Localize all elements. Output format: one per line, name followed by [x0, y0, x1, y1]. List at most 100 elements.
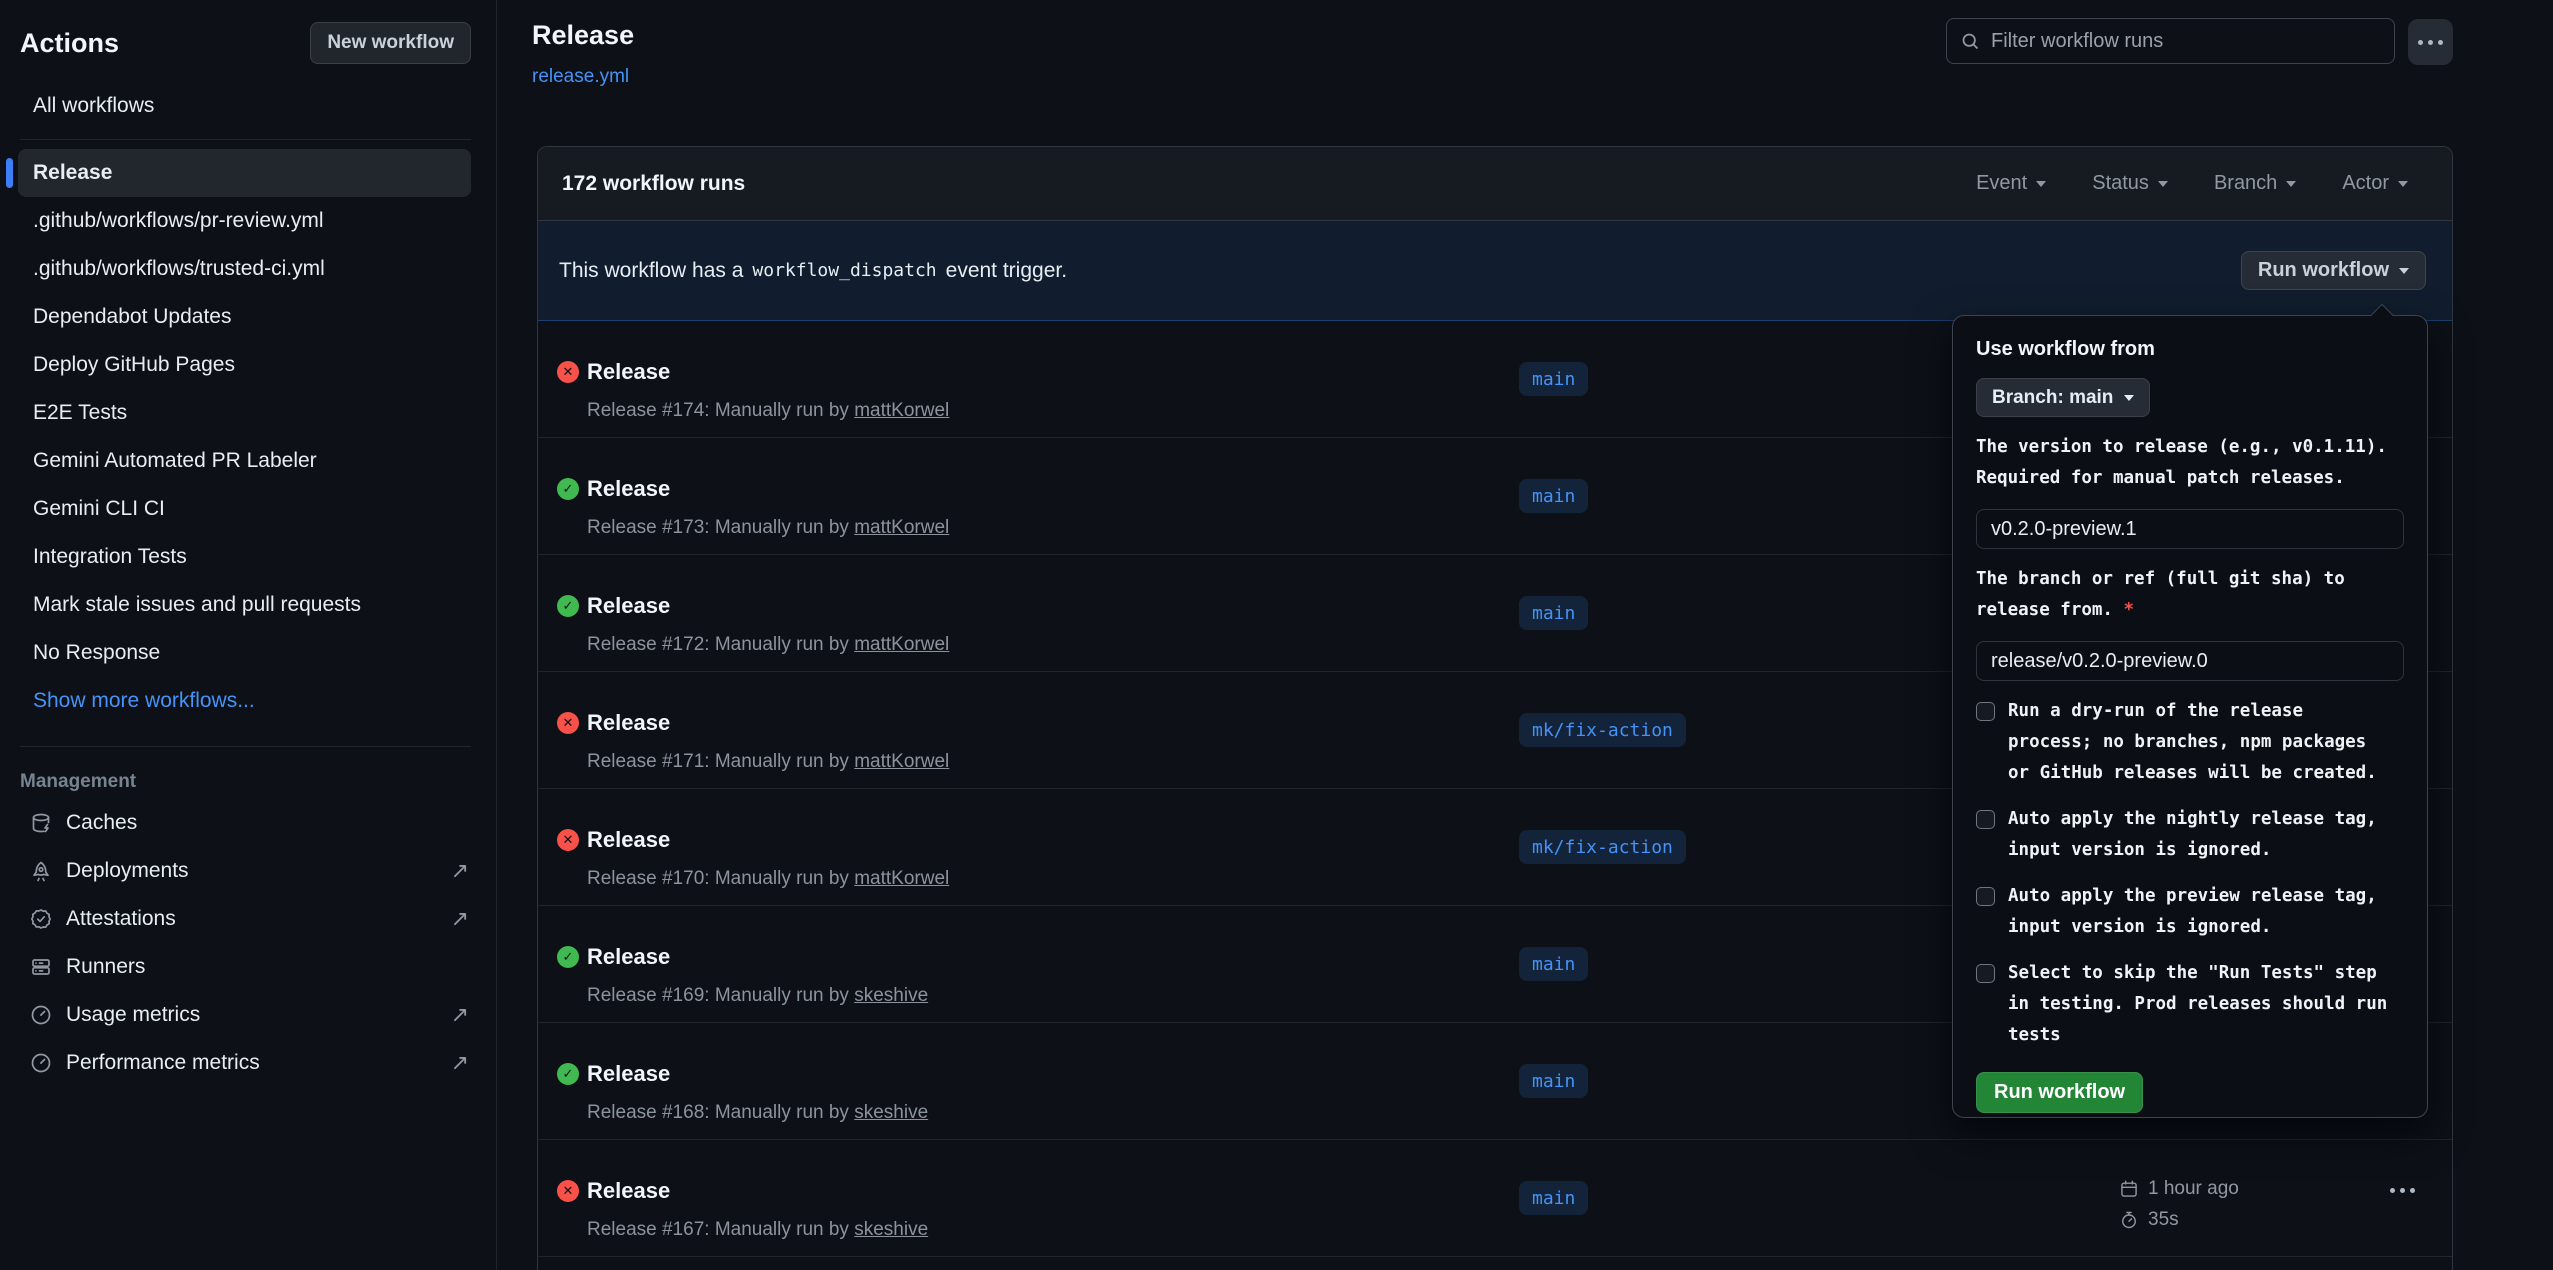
version-input[interactable] [1976, 509, 2404, 549]
actor-link[interactable]: skeshive [854, 985, 928, 1006]
filter-workflow-runs-box [1946, 18, 2395, 64]
sidebar-workflow-item-12[interactable]: Show more workflows... [18, 677, 471, 725]
management-list: Caches ↗ Deployments ↗ Attestations ↗ Ru… [0, 799, 496, 1087]
filter-workflow-runs-input[interactable] [1991, 30, 2381, 53]
run-title-link[interactable]: Release [587, 710, 670, 736]
sidebar-workflow-item-4[interactable]: Dependabot Updates [18, 293, 471, 341]
panel-checkbox-row: Auto apply the nightly release tag, inpu… [1976, 804, 2404, 866]
branch-badge[interactable]: main [1519, 479, 1588, 513]
checkbox[interactable] [1976, 964, 1995, 983]
server-icon [29, 955, 53, 979]
branch-select-button[interactable]: Branch: main [1976, 378, 2150, 417]
checkbox[interactable] [1976, 702, 1995, 721]
panel-checkbox-row: Select to skip the "Run Tests" step in t… [1976, 958, 2404, 1051]
actor-link[interactable]: skeshive [854, 1219, 928, 1240]
run-description: Release #170: Manually run by mattKorwel [587, 868, 949, 890]
checkbox[interactable] [1976, 887, 1995, 906]
banner-text-pre: This workflow has a [559, 259, 743, 283]
sidebar-management-item[interactable]: Attestations ↗ [0, 895, 496, 943]
sidebar-management-item[interactable]: Usage metrics ↗ [0, 991, 496, 1039]
selected-accent-bar [6, 158, 13, 188]
sidebar-workflow-item-5[interactable]: Deploy GitHub Pages [18, 341, 471, 389]
run-title-link[interactable]: Release [587, 827, 670, 853]
branch-badge[interactable]: main [1519, 596, 1588, 630]
actor-link[interactable]: skeshive [854, 1102, 928, 1123]
run-title-link[interactable]: Release [587, 1061, 670, 1087]
management-section-label: Management [20, 771, 496, 793]
checkbox[interactable] [1976, 810, 1995, 829]
sidebar-workflow-item-8[interactable]: Gemini CLI CI [18, 485, 471, 533]
ref-field-label: The branch or ref (full git sha) to rele… [1976, 564, 2404, 626]
workflow-file-link[interactable]: release.yml [532, 66, 629, 88]
actor-link[interactable]: mattKorwel [854, 634, 949, 655]
meter-icon [29, 1003, 53, 1027]
success-check-icon: ✓ [557, 478, 579, 500]
workflow-list: Release .github/workflows/pr-review.yml … [0, 149, 496, 725]
run-description: Release #174: Manually run by mattKorwel [587, 400, 949, 422]
stopwatch-icon [2119, 1210, 2139, 1230]
new-workflow-button[interactable]: New workflow [310, 22, 471, 64]
kebab-icon [2418, 40, 2423, 45]
sidebar-workflow-item-1[interactable]: Release [18, 149, 471, 197]
branch-badge[interactable]: main [1519, 1064, 1588, 1098]
sidebar-workflow-item-11[interactable]: No Response [18, 629, 471, 677]
branch-badge[interactable]: main [1519, 362, 1588, 396]
sidebar-workflow-item-3[interactable]: .github/workflows/trusted-ci.yml [18, 245, 471, 293]
external-link-icon: ↗ [451, 858, 469, 884]
branch-badge[interactable]: main [1519, 947, 1588, 981]
branch-badge[interactable]: main [1519, 1181, 1588, 1215]
run-workflow-dropdown-button[interactable]: Run workflow [2241, 251, 2426, 290]
filter-branch[interactable]: Branch [2214, 172, 2296, 195]
sidebar-management-item[interactable]: Deployments ↗ [0, 847, 496, 895]
sidebar-workflow-item-10[interactable]: Mark stale issues and pull requests [18, 581, 471, 629]
actor-link[interactable]: mattKorwel [854, 751, 949, 772]
external-link-icon: ↗ [451, 1002, 469, 1028]
actor-link[interactable]: mattKorwel [854, 868, 949, 889]
run-description: Release #168: Manually run by skeshive [587, 1102, 928, 1124]
run-meta: 1 hour ago 35s [2119, 1178, 2239, 1231]
external-link-icon: ↗ [451, 906, 469, 932]
sidebar-workflow-item-9[interactable]: Integration Tests [18, 533, 471, 581]
chevron-down-icon [2399, 268, 2409, 274]
branch-badge[interactable]: mk/fix-action [1519, 713, 1686, 747]
runs-filters: Event Status Branch Actor [1976, 172, 2428, 195]
run-description: Release #169: Manually run by skeshive [587, 985, 928, 1007]
run-description: Release #167: Manually run by skeshive [587, 1219, 928, 1241]
chevron-down-icon [2398, 181, 2408, 187]
sidebar-management-item[interactable]: Runners ↗ [0, 943, 496, 991]
run-title-link[interactable]: Release [587, 1178, 670, 1204]
actor-link[interactable]: mattKorwel [854, 400, 949, 421]
ref-input[interactable] [1976, 641, 2404, 681]
filter-actor[interactable]: Actor [2342, 172, 2408, 195]
run-title-link[interactable]: Release [587, 593, 670, 619]
workflow-dispatch-banner: This workflow has a workflow_dispatch ev… [538, 221, 2452, 321]
sidebar-divider [20, 746, 471, 747]
cache-icon [29, 811, 53, 835]
sidebar-workflow-item-6[interactable]: E2E Tests [18, 389, 471, 437]
panel-checkbox-row: Auto apply the preview release tag, inpu… [1976, 881, 2404, 943]
filter-event[interactable]: Event [1976, 172, 2046, 195]
success-check-icon: ✓ [557, 946, 579, 968]
workflow-run-row[interactable]: ✕ Release Release #167: Manually run by … [538, 1140, 2452, 1257]
panel-checkboxes: Run a dry-run of the release process; no… [1976, 696, 2404, 1051]
sidebar-workflow-item-7[interactable]: Gemini Automated PR Labeler [18, 437, 471, 485]
run-title-link[interactable]: Release [587, 476, 670, 502]
failure-x-icon: ✕ [557, 361, 579, 383]
run-kebab-button[interactable] [2390, 1188, 2415, 1193]
calendar-icon [2119, 1179, 2139, 1199]
run-workflow-submit-button[interactable]: Run workflow [1976, 1072, 2143, 1113]
run-title-link[interactable]: Release [587, 944, 670, 970]
filter-status[interactable]: Status [2092, 172, 2168, 195]
workflow-options-kebab-button[interactable] [2408, 19, 2453, 65]
actor-link[interactable]: mattKorwel [854, 517, 949, 538]
branch-badge[interactable]: mk/fix-action [1519, 830, 1686, 864]
chevron-down-icon [2124, 395, 2134, 401]
run-description: Release #172: Manually run by mattKorwel [587, 634, 949, 656]
run-title-link[interactable]: Release [587, 359, 670, 385]
sidebar-management-item[interactable]: Performance metrics ↗ [0, 1039, 496, 1087]
sidebar-workflow-item-2[interactable]: .github/workflows/pr-review.yml [18, 197, 471, 245]
sidebar-title: Actions [20, 28, 119, 59]
page-title: Release [532, 20, 634, 51]
sidebar-management-item[interactable]: Caches ↗ [0, 799, 496, 847]
sidebar-item-all-workflows[interactable]: All workflows [33, 94, 496, 118]
